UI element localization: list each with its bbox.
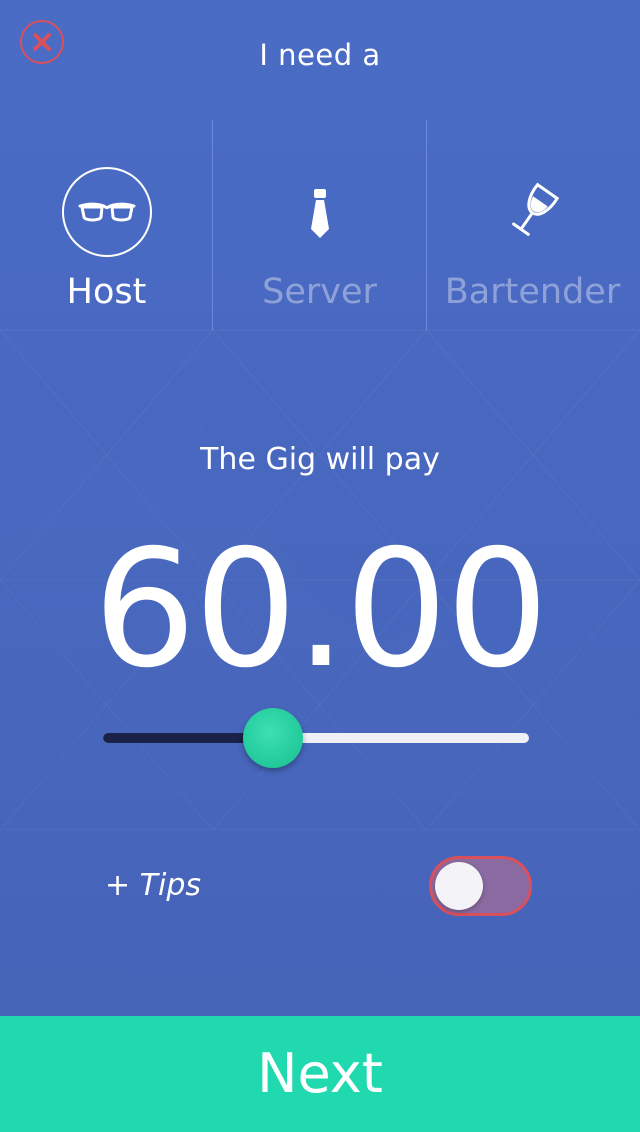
role-label-server: Server	[262, 272, 377, 312]
role-label-bartender: Bartender	[444, 272, 621, 312]
glasses-icon	[61, 167, 152, 257]
wine-glass-icon	[488, 167, 578, 257]
role-option-server[interactable]: Server	[213, 120, 426, 330]
necktie-icon	[275, 167, 365, 257]
slider-thumb[interactable]	[243, 708, 303, 768]
toggle-knob	[435, 862, 483, 910]
role-label-host: Host	[66, 272, 147, 312]
next-button-label: Next	[257, 1042, 383, 1105]
role-option-bartender[interactable]: Bartender	[426, 120, 639, 330]
header-title: I need a	[259, 38, 381, 72]
role-selector: Host Server Bartender	[0, 120, 640, 330]
tips-label: + Tips	[105, 868, 202, 903]
role-option-host[interactable]: Host	[0, 120, 213, 330]
gig-setup-screen: I need a Host Server Bartender The Gig w…	[0, 0, 640, 1132]
tips-toggle[interactable]	[429, 856, 532, 916]
pay-slider[interactable]	[103, 708, 529, 768]
next-button[interactable]: Next	[0, 1016, 640, 1132]
pay-amount: 60.00	[93, 516, 549, 704]
pay-label: The Gig will pay	[200, 442, 440, 477]
